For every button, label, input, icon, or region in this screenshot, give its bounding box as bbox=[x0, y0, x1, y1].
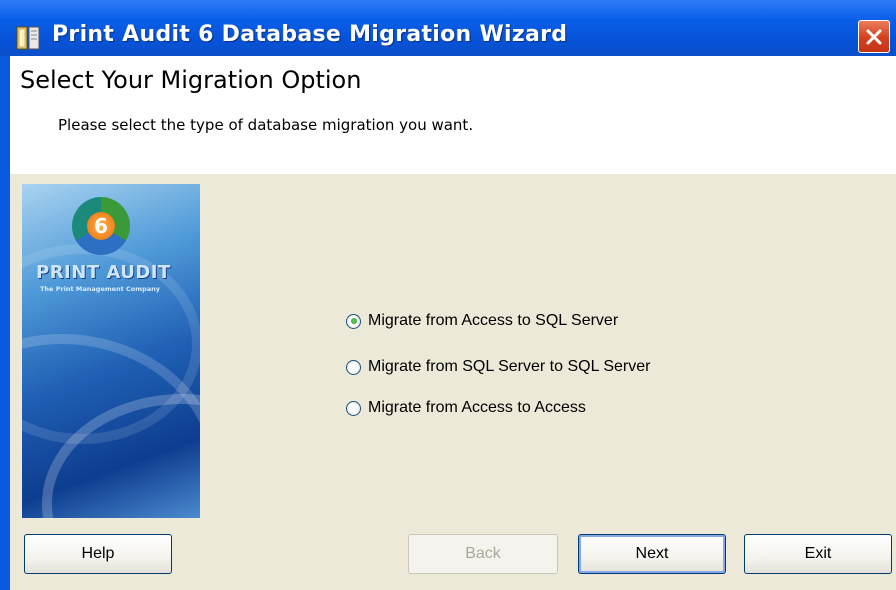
radio-button[interactable] bbox=[346, 313, 361, 329]
wizard-window: Print Audit 6 Database Migration Wizard … bbox=[0, 0, 896, 590]
close-icon bbox=[866, 29, 882, 44]
option-sql-to-sql[interactable]: Migrate from SQL Server to SQL Server bbox=[346, 358, 650, 376]
help-button[interactable]: Help bbox=[24, 534, 172, 574]
option-label: Migrate from Access to SQL Server bbox=[368, 312, 619, 329]
exit-button[interactable]: Exit bbox=[744, 534, 892, 574]
window-title: Print Audit 6 Database Migration Wizard bbox=[52, 22, 568, 47]
option-access-to-access[interactable]: Migrate from Access to Access bbox=[346, 399, 586, 417]
brand-logo: PRINT AUDIT bbox=[36, 262, 171, 283]
wizard-header: Select Your Migration Option Please sele… bbox=[10, 56, 896, 174]
page-title: Select Your Migration Option bbox=[20, 66, 362, 94]
option-label: Migrate from SQL Server to SQL Server bbox=[368, 358, 651, 375]
page-subtitle: Please select the type of database migra… bbox=[58, 116, 474, 134]
option-label: Migrate from Access to Access bbox=[368, 399, 586, 416]
window-frame bbox=[0, 56, 10, 590]
badge-number: 6 bbox=[87, 212, 115, 240]
side-banner: 6 PRINT AUDIT The Print Management Compa… bbox=[22, 184, 200, 518]
wizard-body: 6 PRINT AUDIT The Print Management Compa… bbox=[10, 174, 896, 590]
radio-button[interactable] bbox=[346, 359, 361, 375]
brand-tagline: The Print Management Company bbox=[40, 285, 160, 293]
option-access-to-sql[interactable]: Migrate from Access to SQL Server bbox=[346, 312, 618, 330]
back-button[interactable]: Back bbox=[408, 534, 558, 574]
product-badge-icon: 6 bbox=[72, 197, 130, 255]
document-icon bbox=[16, 26, 40, 50]
title-bar[interactable]: Print Audit 6 Database Migration Wizard bbox=[0, 0, 896, 56]
radio-button[interactable] bbox=[346, 400, 361, 416]
next-button[interactable]: Next bbox=[578, 534, 726, 574]
close-button[interactable] bbox=[858, 20, 890, 53]
